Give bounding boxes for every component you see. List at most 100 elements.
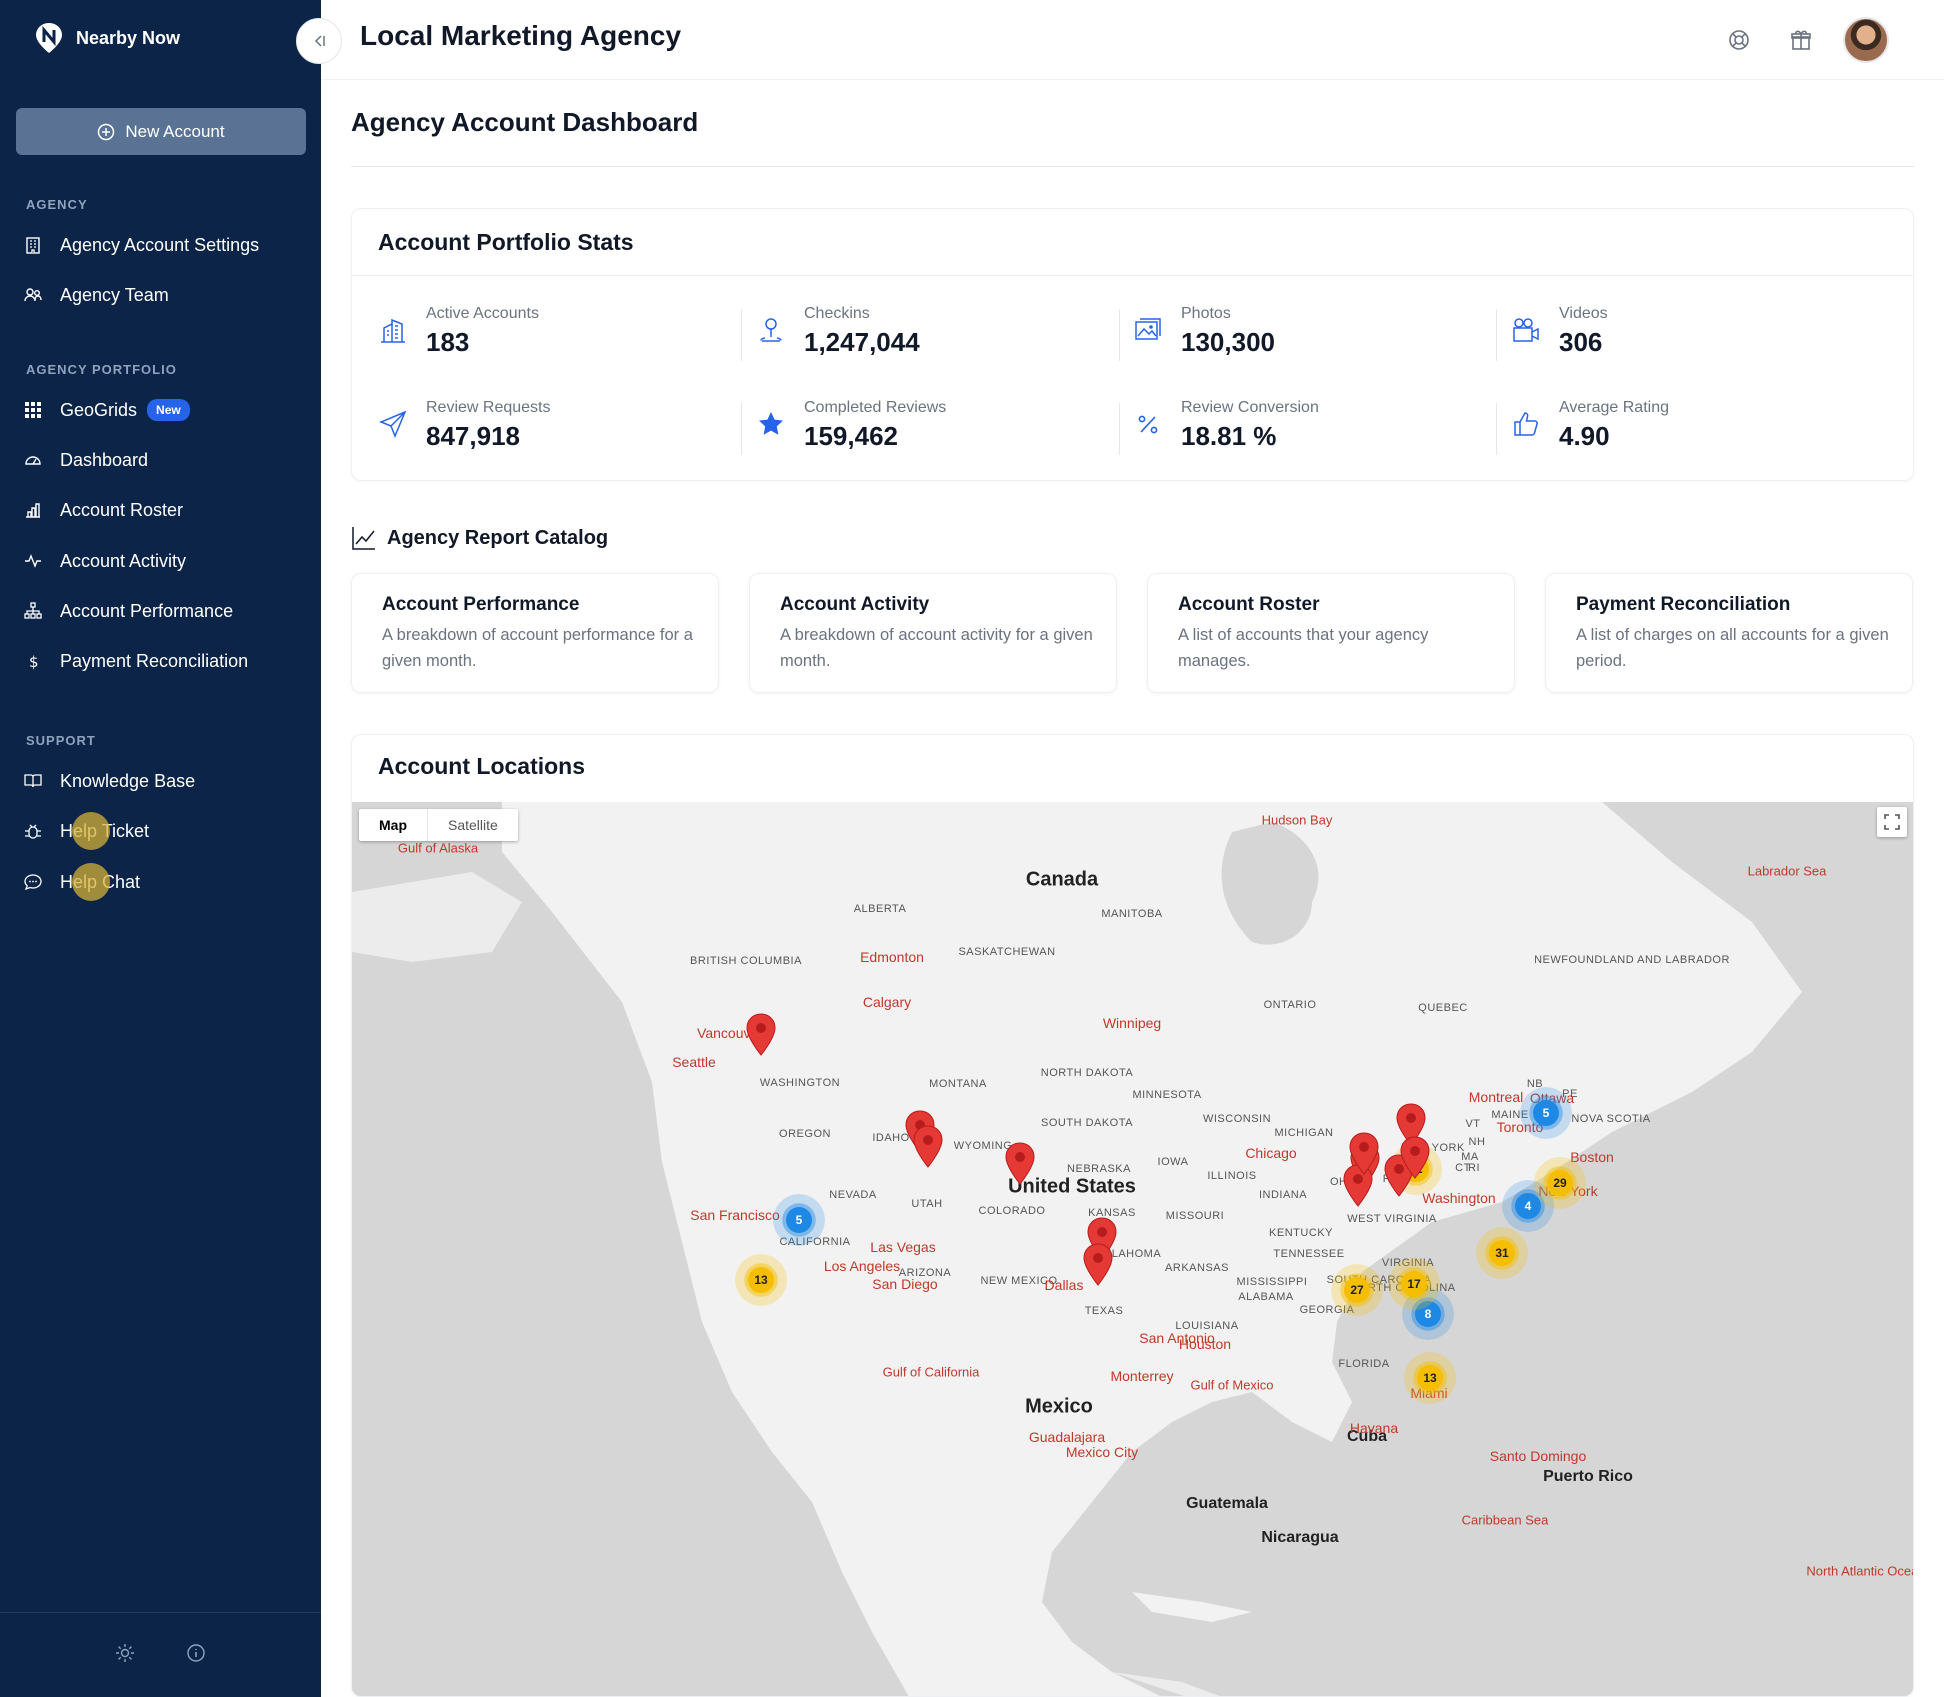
building-icon [381,318,405,343]
city-label: San Francisco [690,1207,780,1223]
sidebar-item-account-roster[interactable]: Account Roster [24,495,183,525]
marker-cluster[interactable]: 13 [735,1254,787,1306]
sidebar-item-agency-account-settings[interactable]: Agency Account Settings [24,230,259,260]
region-label: NH [1468,1136,1486,1148]
sidebar-item-geogrids[interactable]: GeoGrids New [24,395,190,425]
city-label: Houston [1178,1336,1232,1352]
person-pin-icon [760,318,782,342]
report-card-account-performance[interactable]: Account Performance A breakdown of accou… [351,573,719,693]
region-label: NEVADA [829,1189,877,1201]
report-title: Account Performance [382,594,580,615]
sidebar-item-label: Account Activity [60,550,187,571]
topbar: Local Marketing Agency [321,0,1944,80]
marker-cluster[interactable]: 5 [773,1194,825,1246]
region-label: MISSISSIPPI [1236,1276,1308,1288]
city-label: Seattle [672,1054,716,1070]
report-description: A list of charges on all accounts for a … [1576,626,1889,670]
country-label: Mexico [1025,1395,1093,1418]
stat-label: Review Conversion [1181,399,1319,416]
sidebar-item-payment-reconciliation[interactable]: $ Payment Reconciliation [24,646,248,676]
location-pin-icon[interactable] [1082,1243,1114,1287]
cluster-count: 17 [1401,1271,1427,1297]
marker-cluster[interactable]: 13 [1404,1352,1456,1404]
stat-label: Videos [1559,305,1608,322]
map-type-toggle[interactable]: Map Satellite [359,809,518,841]
locations-title: Account Locations [378,753,586,779]
user-avatar[interactable] [1843,17,1889,63]
city-label: Washington [1422,1190,1496,1206]
cluster-count: 27 [1344,1277,1370,1303]
stat-review-requests: Review Requests 847,918 [378,395,738,465]
account-locations-card: Account Locations Map Satellite Canada Un… [351,734,1914,1697]
stat-value: 1,247,044 [804,327,920,357]
divider [1496,403,1497,455]
collapse-sidebar-button[interactable] [296,18,342,64]
stat-photos: Photos 130,300 [1133,301,1493,371]
users-icon [24,288,42,302]
locations-map[interactable]: Map Satellite Canada United States Mexico C… [352,802,1913,1696]
location-pin-icon[interactable] [1004,1142,1036,1186]
region-label: KENTUCKY [1269,1227,1333,1239]
divider [741,309,742,361]
region-label: OREGON [779,1128,831,1140]
fullscreen-button[interactable] [1877,807,1907,837]
region-label: MINNESOTA [1132,1089,1202,1101]
city-label: Calgary [862,994,912,1010]
app-title: Local Marketing Agency [360,20,682,51]
sidebar-item-agency-team[interactable]: Agency Team [24,280,169,310]
plus-circle-icon [98,123,115,140]
marker-cluster[interactable]: 27 [1331,1264,1383,1316]
divider [1496,309,1497,361]
region-label: ALABAMA [1238,1291,1294,1303]
location-pin-icon[interactable] [745,1013,777,1057]
help-lifebuoy-icon[interactable] [1727,28,1751,52]
click-indicator [72,812,110,850]
marker-cluster[interactable]: 5 [1520,1087,1572,1139]
cluster-count: 5 [786,1207,812,1233]
info-icon[interactable] [186,1643,206,1663]
country-label: Nicaragua [1261,1529,1339,1546]
report-card-account-roster[interactable]: Account Roster A list of accounts that y… [1147,573,1515,693]
report-card-payment-reconciliation[interactable]: Payment Reconciliation A list of charges… [1545,573,1913,693]
country-label: Puerto Rico [1543,1468,1633,1485]
sidebar-item-knowledge-base[interactable]: Knowledge Base [24,766,195,796]
location-pin-icon[interactable] [1399,1136,1431,1180]
marker-cluster[interactable]: 31 [1476,1227,1528,1279]
photos-icon [1135,318,1161,340]
svg-text:$: $ [29,653,39,670]
stat-videos: Videos 306 [1511,301,1871,371]
region-label: NEWFOUNDLAND AND LABRADOR [1534,954,1730,966]
chart-icon [26,503,40,518]
map-type-map[interactable]: Map [359,809,427,841]
map-type-satellite[interactable]: Satellite [427,809,518,841]
location-pin-icon[interactable] [912,1125,944,1169]
region-label: BRITISH COLUMBIA [690,955,802,967]
sidebar-item-account-activity[interactable]: Account Activity [24,546,186,576]
region-label: COLORADO [978,1205,1046,1217]
sidebar-footer-divider [0,1612,321,1613]
theme-toggle-icon[interactable] [115,1643,135,1663]
click-indicator [72,863,110,901]
region-label: SASKATCHEWAN [958,946,1056,958]
region-label: QUEBEC [1418,1002,1468,1014]
book-icon [24,774,42,788]
new-account-button[interactable]: New Account [16,108,306,155]
region-label: TEXAS [1084,1305,1124,1317]
gift-icon[interactable] [1789,28,1813,52]
sidebar-item-dashboard[interactable]: Dashboard [24,445,148,475]
sidebar-item-account-performance[interactable]: Account Performance [24,596,233,626]
report-card-account-activity[interactable]: Account Activity A breakdown of account … [749,573,1117,693]
region-label: MISSOURI [1165,1210,1225,1222]
report-catalog-heading: Agency Report Catalog [351,525,608,551]
report-title: Payment Reconciliation [1576,594,1791,615]
star-icon [759,412,783,435]
marker-cluster[interactable]: 17 [1388,1258,1440,1310]
stats-title: Account Portfolio Stats [378,229,634,255]
country-label: Canada [1025,868,1099,891]
marker-cluster[interactable]: 29 [1534,1157,1586,1209]
location-pin-icon[interactable] [1348,1132,1380,1176]
sidebar-item-label: Account Performance [60,600,234,621]
stat-label: Checkins [804,305,870,322]
region-label: RI [1468,1162,1480,1174]
brand[interactable]: Nearby Now [34,22,180,54]
